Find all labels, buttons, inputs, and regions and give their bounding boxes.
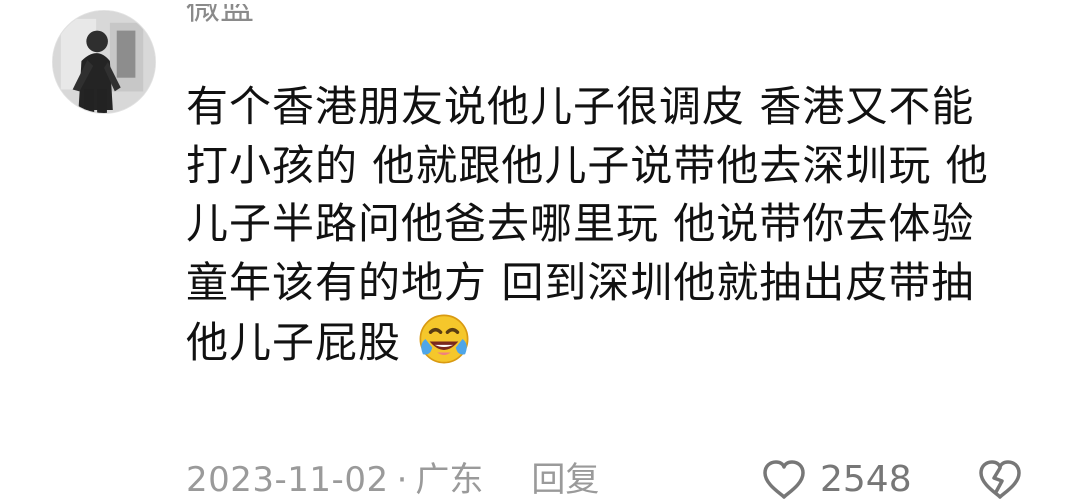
like-count: 2548 (820, 459, 912, 500)
comment-line-5-text: 他儿子屁股 (186, 318, 402, 367)
heart-outline-icon[interactable] (760, 458, 808, 502)
comment-location: 广东 (415, 460, 484, 500)
comment-date: 2023-11-02 (186, 460, 389, 500)
comment-line-1: 有个香港朋友说他儿子很调皮 香港又不能 (186, 82, 975, 131)
comment-line-2: 打小孩的 他就跟他儿子说带他去深圳玩 他 (186, 140, 989, 190)
comment-card: 微蓝 有个香港朋友说他儿子很调皮 香港又不能 打小孩的 他就跟他儿子说带他去深圳… (0, 0, 1080, 504)
comment-text: 有个香港朋友说他儿子很调皮 香港又不能 打小孩的 他就跟他儿子说带他去深圳玩 他… (186, 78, 1016, 371)
comment-line-4: 童年该有的地方 回到深圳他就抽出皮带抽 (186, 257, 975, 307)
comment-footer: 2023-11-02 · 广东 回复 (186, 458, 599, 502)
broken-heart-icon[interactable] (976, 456, 1024, 502)
avatar-photo-icon (53, 11, 155, 113)
like-button[interactable]: 2548 (760, 458, 912, 502)
comment-line-3: 儿子半路问他爸去哪里玩 他说带你去体验 (186, 199, 975, 248)
reply-button[interactable]: 回复 (531, 458, 599, 502)
username-text[interactable]: 微蓝 (186, 4, 254, 30)
username[interactable]: 微蓝 (186, 4, 254, 44)
meta-separator: · (396, 460, 408, 500)
comment-line-5: 他儿子屁股 (186, 312, 1016, 371)
avatar[interactable] (52, 10, 156, 114)
laughing-crying-emoji-icon (419, 314, 469, 364)
